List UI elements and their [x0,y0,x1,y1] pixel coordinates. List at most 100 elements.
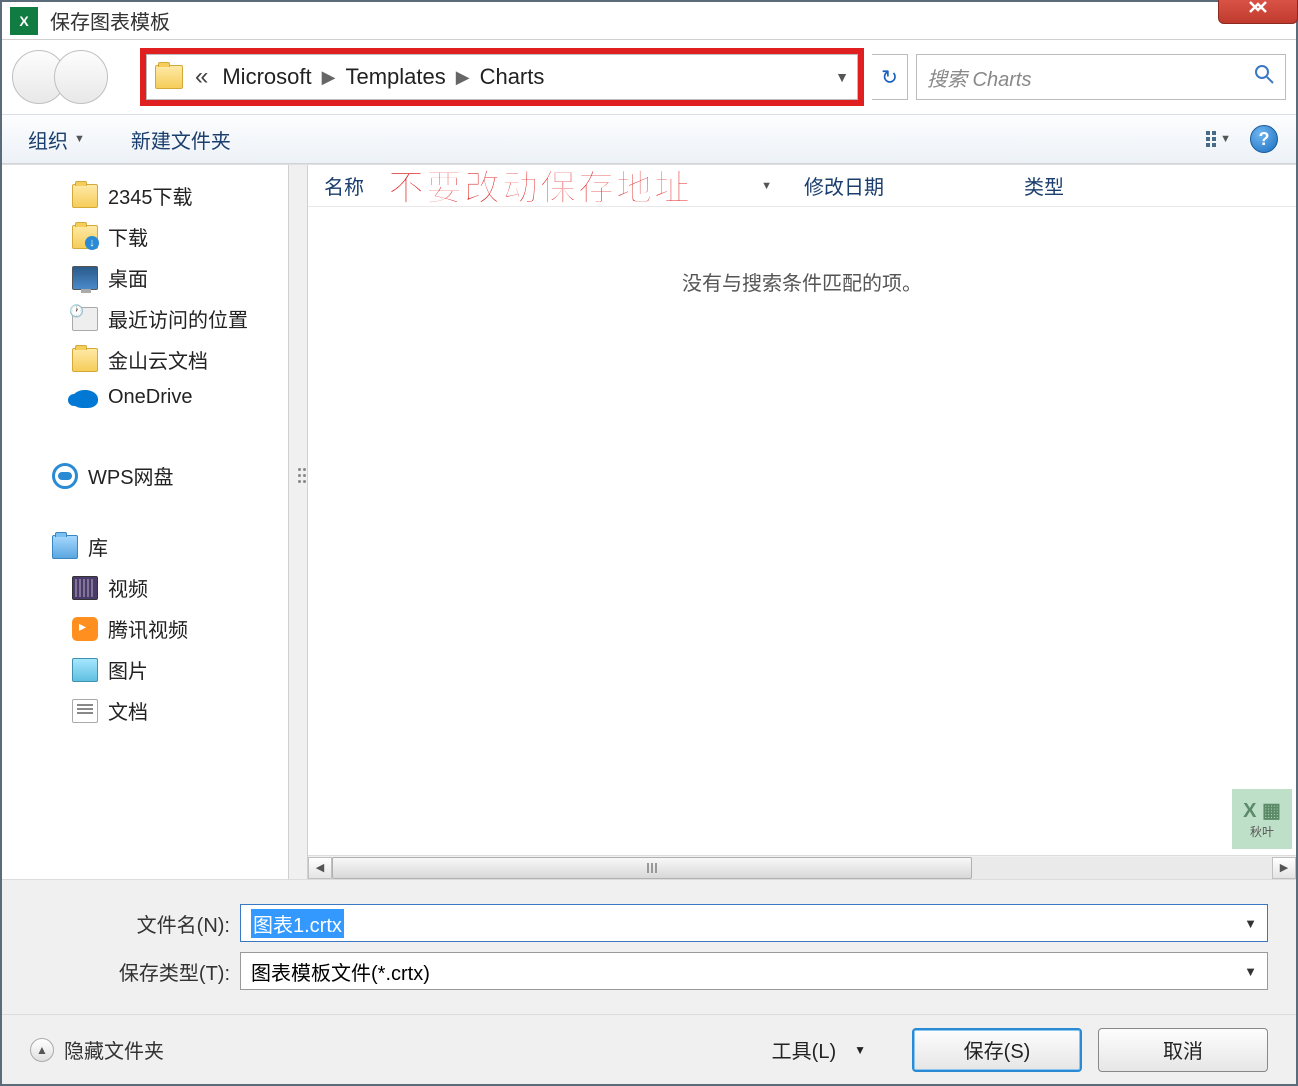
recent-icon [72,307,98,331]
chevron-down-icon: ▼ [74,133,85,145]
downloads-folder-icon [72,225,98,249]
col-label: 修改日期 [804,171,884,200]
tree-label: 图片 [108,655,148,684]
tree-label: WPS网盘 [88,461,174,490]
tools-menu[interactable]: 工具(L) ▼ [772,1035,866,1064]
desktop-icon [72,266,98,290]
col-label: 类型 [1024,171,1064,200]
tree-item-library[interactable]: 库 [2,526,288,567]
folder-tree: 2345下载 下载 桌面 最近访问的位置 金山云文档 OneDrive WPS网… [2,165,288,879]
scroll-thumb[interactable] [332,857,972,879]
tools-label: 工具(L) [772,1035,836,1064]
save-dialog-window: X 保存图表模板 « Microsoft ▶ Templates ▶ Chart… [0,0,1298,1086]
documents-icon [72,699,98,723]
action-row: ▲ 隐藏文件夹 工具(L) ▼ 保存(S) 取消 [2,1014,1296,1084]
forward-button[interactable] [54,50,108,104]
chevron-down-icon[interactable]: ▼ [1244,916,1257,931]
video-icon [72,576,98,600]
help-button[interactable]: ? [1250,125,1278,153]
breadcrumb-overflow[interactable]: « [195,63,208,91]
column-header-name[interactable]: 名称▼ [308,171,788,200]
tree-item-onedrive[interactable]: OneDrive [2,380,288,415]
chevron-down-icon: ▼ [854,1043,866,1057]
new-folder-label: 新建文件夹 [131,125,231,154]
tree-item-desktop[interactable]: 桌面 [2,257,288,298]
filetype-select[interactable]: 图表模板文件(*.crtx) ▼ [240,952,1268,990]
collapse-icon: ▲ [30,1038,54,1062]
close-button[interactable] [1218,0,1298,24]
navigation-row: « Microsoft ▶ Templates ▶ Charts ▼ ↻ 搜索 … [2,40,1296,114]
scroll-left-icon[interactable]: ◀ [308,857,332,879]
chevron-down-icon: ▼ [1220,133,1231,145]
view-mode-button[interactable]: ▼ [1199,128,1238,150]
pictures-icon [72,658,98,682]
excel-logo-icon: X ▦ [1243,798,1281,823]
title-bar: X 保存图表模板 [2,2,1296,40]
tencent-video-icon [72,617,98,641]
chevron-down-icon[interactable]: ▼ [1244,964,1257,979]
folder-icon [155,65,183,89]
tree-label: 桌面 [108,263,148,292]
search-icon [1253,63,1275,91]
breadcrumb-seg-1[interactable]: Templates [335,64,455,90]
tree-label: 视频 [108,573,148,602]
dialog-body: 2345下载 下载 桌面 最近访问的位置 金山云文档 OneDrive WPS网… [2,164,1296,879]
tree-label: OneDrive [108,386,192,409]
breadcrumb-seg-0[interactable]: Microsoft [212,64,321,90]
search-input[interactable]: 搜索 Charts [916,54,1286,100]
refresh-button[interactable]: ↻ [872,54,908,100]
scroll-right-icon[interactable]: ▶ [1272,857,1296,879]
tree-item-video[interactable]: 视频 [2,567,288,608]
column-header-type[interactable]: 类型 [1008,171,1080,200]
horizontal-scrollbar[interactable]: ◀ ▶ [308,855,1296,879]
library-icon [52,535,78,559]
splitter-grip-icon [292,455,306,495]
refresh-icon: ↻ [881,65,898,90]
save-button[interactable]: 保存(S) [912,1028,1082,1072]
tree-item-downloads[interactable]: 下载 [2,216,288,257]
tree-label: 2345下载 [108,181,193,210]
tree-label: 库 [88,532,108,561]
filename-label: 文件名(N): [2,909,240,938]
excel-app-icon: X [10,7,38,35]
tree-item-2345[interactable]: 2345下载 [2,175,288,216]
column-headers: 不要改动保存地址 名称▼ 修改日期 类型 [308,165,1296,207]
breadcrumb-seg-2[interactable]: Charts [470,64,555,90]
tree-item-tencent-video[interactable]: 腾讯视频 [2,608,288,649]
folder-icon [72,184,98,208]
view-grid-icon [1206,131,1216,147]
tree-item-kingsoft[interactable]: 金山云文档 [2,339,288,380]
chevron-right-icon[interactable]: ▶ [322,67,336,88]
filetype-value: 图表模板文件(*.crtx) [251,957,430,986]
tree-item-pictures[interactable]: 图片 [2,649,288,690]
hide-folders-label: 隐藏文件夹 [64,1035,164,1064]
new-folder-button[interactable]: 新建文件夹 [123,121,239,158]
filename-row: 文件名(N): 图表1.crtx ▼ [2,904,1268,942]
chevron-right-icon[interactable]: ▶ [456,67,470,88]
close-icon [1244,0,1272,14]
organize-label: 组织 [28,125,68,154]
toolbar: 组织 ▼ 新建文件夹 ▼ ? [2,114,1296,164]
window-title: 保存图表模板 [50,6,170,35]
splitter[interactable] [288,165,308,879]
tree-label: 下载 [108,222,148,251]
tree-item-wps[interactable]: WPS网盘 [2,455,288,496]
nav-buttons [12,50,132,104]
watermark-text: 秋叶 [1250,823,1274,840]
filename-input[interactable]: 图表1.crtx ▼ [240,904,1268,942]
address-bar-highlight: « Microsoft ▶ Templates ▶ Charts ▼ [140,48,864,106]
address-bar[interactable]: « Microsoft ▶ Templates ▶ Charts ▼ [146,54,858,100]
organize-button[interactable]: 组织 ▼ [20,121,93,158]
tree-label: 金山云文档 [108,345,208,374]
filetype-label: 保存类型(T): [2,957,240,986]
hide-folders-toggle[interactable]: ▲ 隐藏文件夹 [30,1035,164,1064]
cancel-button[interactable]: 取消 [1098,1028,1268,1072]
watermark: X ▦ 秋叶 [1232,789,1292,849]
address-dropdown-icon[interactable]: ▼ [835,69,849,85]
column-header-modified[interactable]: 修改日期 [788,171,1008,200]
file-list-area: 不要改动保存地址 名称▼ 修改日期 类型 没有与搜索条件匹配的项。 X ▦ 秋叶… [308,165,1296,879]
tree-item-documents[interactable]: 文档 [2,690,288,731]
onedrive-icon [72,390,98,408]
scroll-track[interactable] [332,857,1272,879]
tree-item-recent[interactable]: 最近访问的位置 [2,298,288,339]
